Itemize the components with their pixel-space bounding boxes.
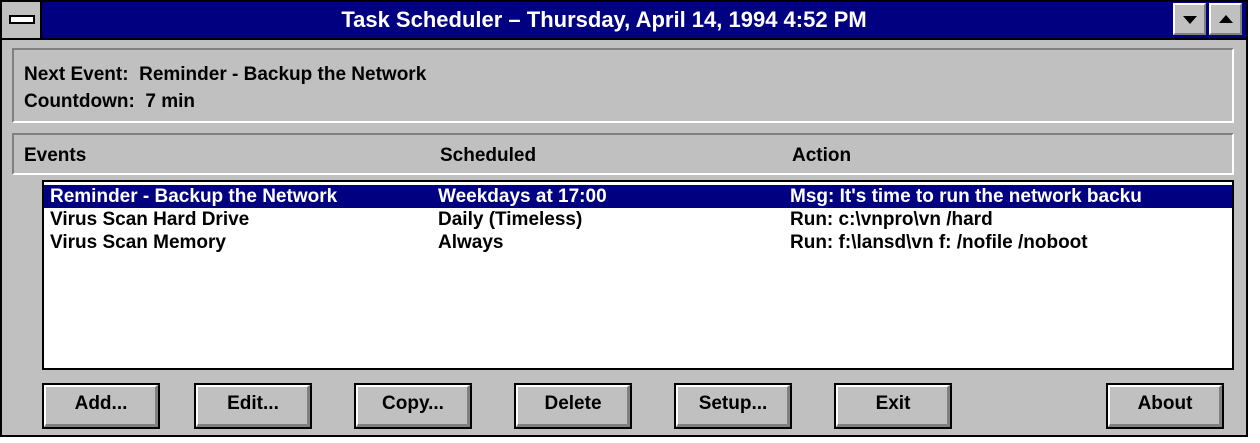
- column-header-action: Action: [792, 145, 852, 166]
- next-event-line: Next Event: Reminder - Backup the Networ…: [24, 64, 426, 86]
- minimize-button[interactable]: [1173, 3, 1206, 35]
- event-name: Virus Scan Hard Drive: [50, 209, 250, 230]
- next-event-panel: Next Event: Reminder - Backup the Networ…: [12, 48, 1234, 123]
- event-name: Virus Scan Memory: [50, 232, 227, 253]
- countdown-value: 7 min: [145, 91, 195, 112]
- add-button-label: Add...: [74, 393, 128, 414]
- list-item[interactable]: Reminder - Backup the Network Weekdays a…: [44, 185, 1232, 208]
- minimize-icon: [1183, 16, 1197, 24]
- add-button[interactable]: Add...: [42, 383, 160, 429]
- event-schedule: Weekdays at 17:00: [438, 186, 607, 207]
- maximize-icon: [1219, 15, 1233, 23]
- event-schedule: Always: [438, 232, 504, 253]
- event-name: Reminder - Backup the Network: [50, 186, 338, 207]
- window-title: Task Scheduler – Thursday, April 14, 199…: [341, 7, 867, 32]
- delete-button[interactable]: Delete: [514, 383, 632, 429]
- setup-button[interactable]: Setup...: [674, 383, 792, 429]
- list-item[interactable]: Virus Scan Memory Always Run: f:\lansd\v…: [44, 231, 1232, 254]
- list-header: Events Scheduled Action: [12, 133, 1234, 175]
- task-scheduler-window: Task Scheduler – Thursday, April 14, 199…: [0, 0, 1248, 437]
- events-list[interactable]: Reminder - Backup the Network Weekdays a…: [42, 180, 1234, 370]
- delete-button-label: Delete: [544, 393, 602, 414]
- exit-button[interactable]: Exit: [834, 383, 952, 429]
- event-action: Msg: It's time to run the network backu: [790, 186, 1142, 207]
- event-action: Run: f:\lansd\vn f: /nofile /noboot: [790, 232, 1088, 253]
- setup-button-label: Setup...: [698, 393, 768, 414]
- column-header-events: Events: [24, 145, 86, 167]
- countdown-line: Countdown: 7 min: [24, 91, 195, 113]
- maximize-button[interactable]: [1209, 3, 1242, 35]
- next-event-value: Reminder - Backup the Network: [139, 64, 427, 85]
- countdown-label: Countdown:: [24, 91, 135, 112]
- edit-button[interactable]: Edit...: [194, 383, 312, 429]
- column-header-scheduled: Scheduled: [440, 145, 537, 166]
- event-schedule: Daily (Timeless): [438, 209, 583, 230]
- event-action: Run: c:\vnpro\vn /hard: [790, 209, 993, 230]
- about-button[interactable]: About: [1106, 383, 1224, 429]
- copy-button-label: Copy...: [382, 393, 444, 414]
- next-event-label: Next Event:: [24, 64, 129, 85]
- copy-button[interactable]: Copy...: [354, 383, 472, 429]
- system-menu-icon: [9, 15, 35, 24]
- system-menu-button[interactable]: [2, 2, 42, 38]
- about-button-label: About: [1137, 393, 1193, 414]
- exit-button-label: Exit: [875, 393, 911, 414]
- list-item[interactable]: Virus Scan Hard Drive Daily (Timeless) R…: [44, 208, 1232, 231]
- column-header-events-label: Events: [24, 145, 87, 166]
- edit-button-label: Edit...: [227, 393, 279, 414]
- title-bar[interactable]: Task Scheduler – Thursday, April 14, 199…: [2, 2, 1246, 40]
